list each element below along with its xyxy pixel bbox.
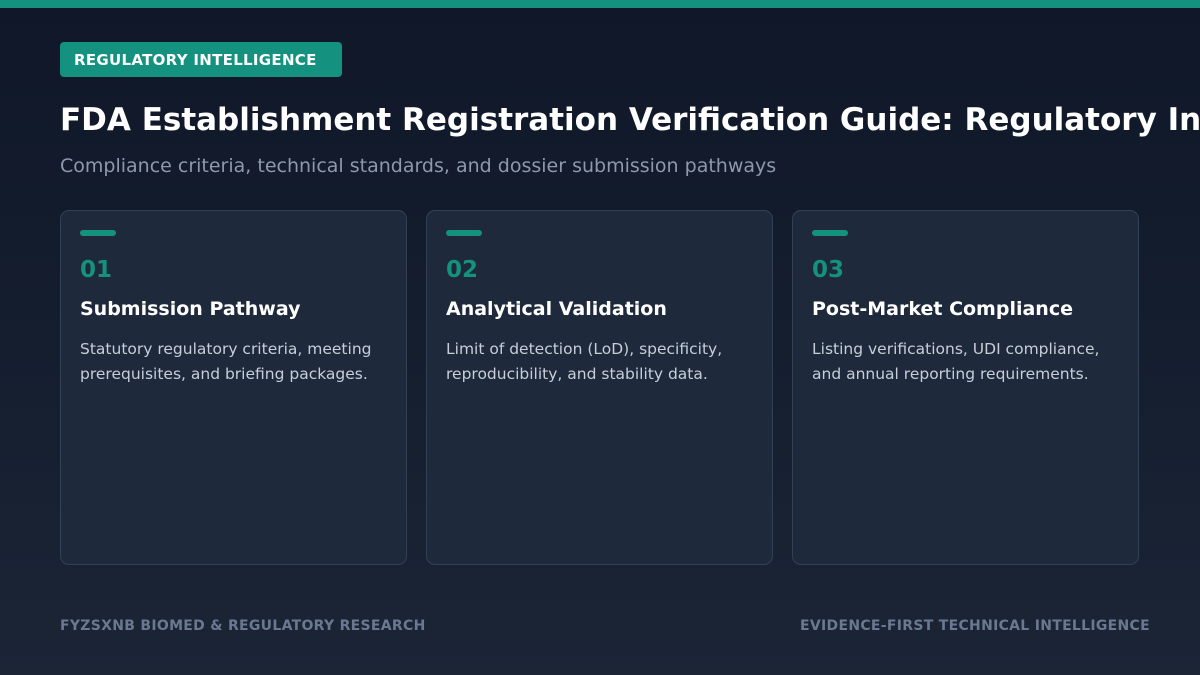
page-subtitle: Compliance criteria, technical standards… [60,155,777,177]
card-number: 03 [812,257,845,283]
card-title: Submission Pathway [80,298,301,320]
card-description: Listing verifications, UDI compliance, a… [812,340,1100,383]
card-description: Limit of detection (LoD), specificity, r… [446,340,723,383]
top-accent-bar [0,0,1200,8]
card-title: Post-Market Compliance [812,298,1073,320]
category-badge: REGULATORY INTELLIGENCE [60,42,342,77]
card-accent-bar [80,230,116,236]
card-analytical-validation: 02 Analytical Validation Limit of detect… [426,210,773,565]
footer-tagline: EVIDENCE-FIRST TECHNICAL INTELLIGENCE [800,618,1150,634]
card-post-market-compliance: 03 Post-Market Compliance Listing verifi… [792,210,1139,565]
card-accent-bar [446,230,482,236]
card-title: Analytical Validation [446,298,667,320]
card-number: 01 [80,257,113,283]
card-number: 02 [446,257,479,283]
card-submission-pathway: 01 Submission Pathway Statutory regulato… [60,210,407,565]
card-description: Statutory regulatory criteria, meeting p… [80,340,372,383]
page-title: FDA Establishment Registration Verificat… [60,102,1200,138]
footer-brand: FYZSXNB BIOMED & REGULATORY RESEARCH [60,618,426,634]
card-accent-bar [812,230,848,236]
